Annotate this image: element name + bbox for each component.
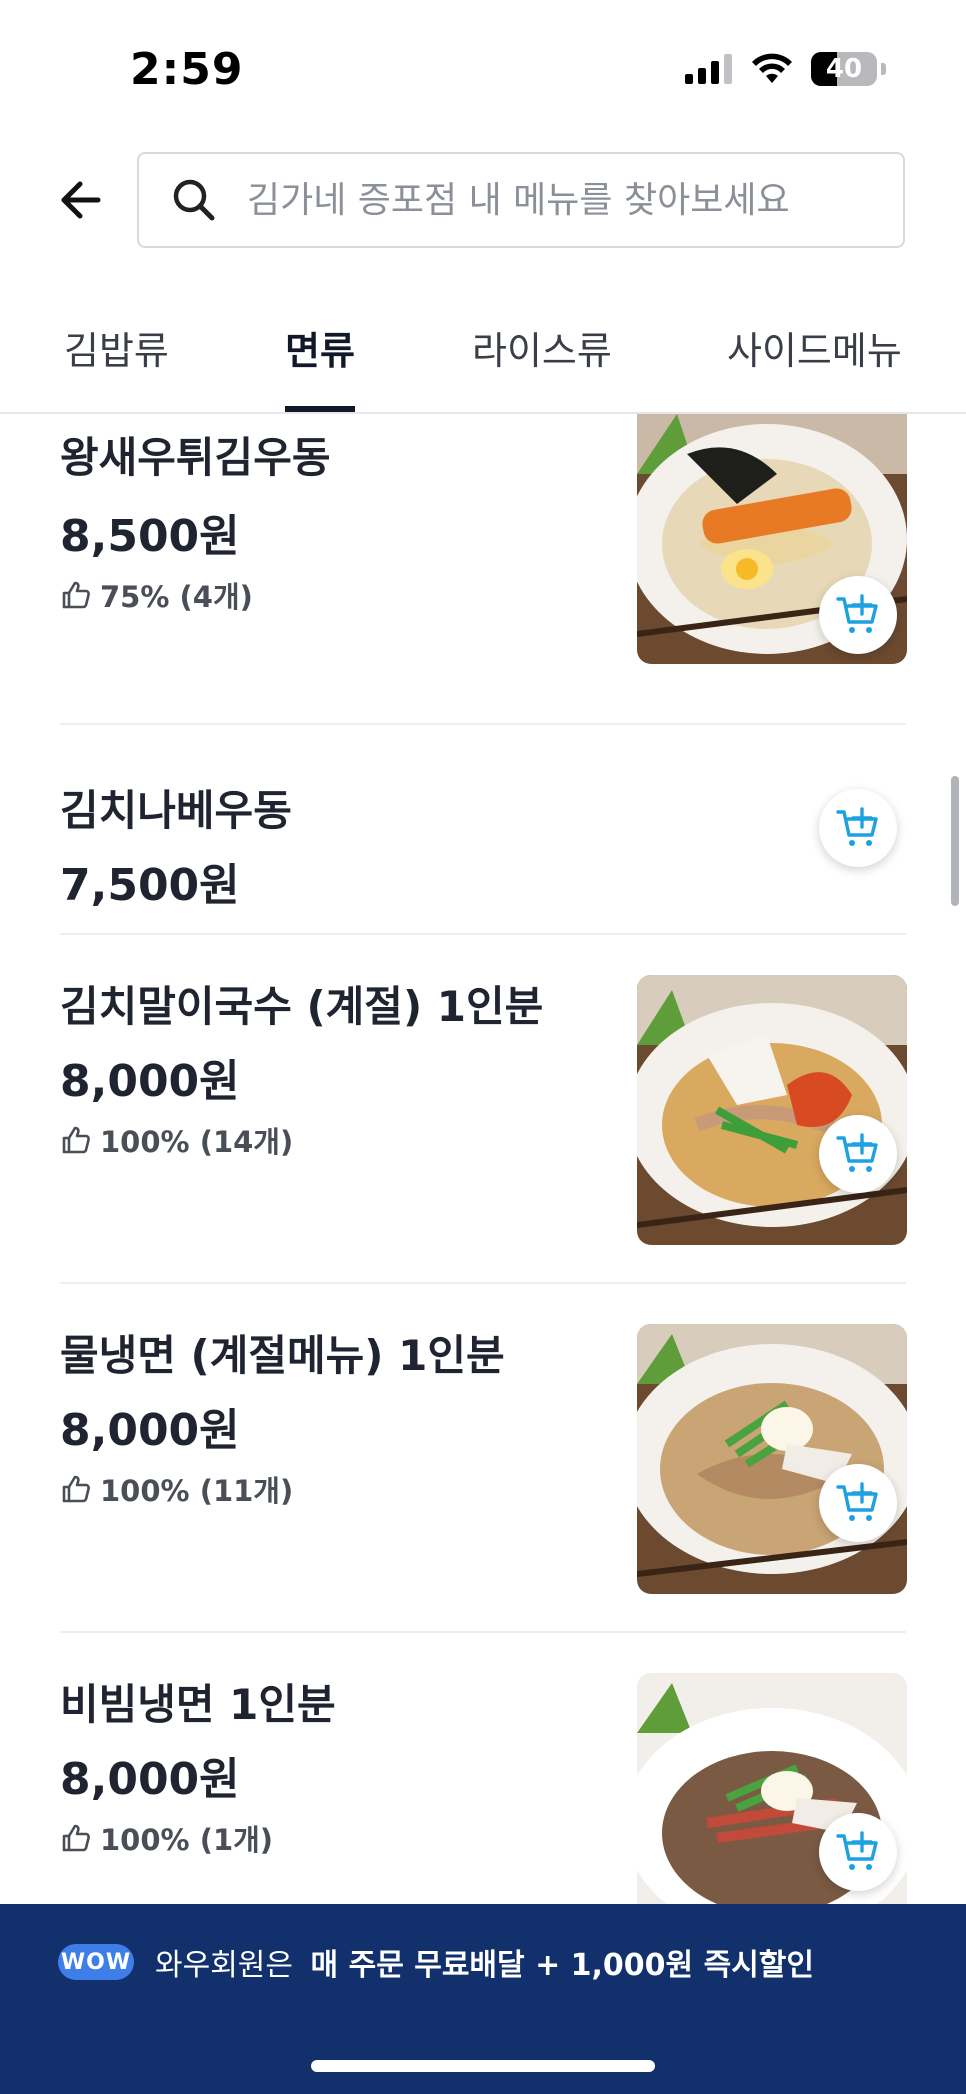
- menu-item-rating-text: 100% (1개): [100, 1823, 274, 1857]
- menu-item-name: 왕새우튀김우동: [60, 433, 331, 482]
- back-button[interactable]: [50, 170, 110, 230]
- menu-item[interactable]: 김치나베우동 7,500원: [0, 725, 966, 935]
- menu-item-name: 비빔냉면 1인분: [60, 1680, 336, 1729]
- add-to-cart-button[interactable]: [819, 1464, 897, 1542]
- menu-item-rating: 100% (1개): [60, 1817, 273, 1859]
- menu-item-rating: 100% (14개): [60, 1119, 293, 1161]
- category-tabs: 김밥류 면류 라이스류 사이드메뉴: [0, 300, 966, 414]
- menu-item-rating: 100% (11개): [60, 1468, 293, 1510]
- thumbs-up-icon: [62, 1126, 90, 1154]
- arrow-left-icon: [61, 181, 101, 219]
- menu-item[interactable]: 김치말이국수 (계절) 1인분 8,000원 100% (14개): [0, 935, 966, 1285]
- menu-item-rating-text: 75% (4개): [100, 580, 253, 614]
- cart-add-icon: [836, 1133, 878, 1172]
- menu-item-price: 8,000원: [60, 1754, 240, 1805]
- cart-add-icon: [836, 1831, 878, 1870]
- menu-item-rating-text: 100% (11개): [100, 1474, 294, 1508]
- thumbs-up-icon: [62, 581, 90, 609]
- menu-item-price: 8,000원: [60, 1056, 240, 1107]
- status-time: 2:59: [130, 44, 244, 95]
- tab-gimbap[interactable]: 김밥류: [64, 320, 169, 375]
- scrollbar[interactable]: [951, 776, 959, 906]
- cart-add-icon: [836, 1482, 878, 1521]
- battery-icon: 40: [811, 52, 877, 86]
- menu-item-rating-text: 100% (14개): [100, 1125, 294, 1159]
- cart-add-icon: [836, 807, 878, 846]
- status-bar: 2:59 40: [0, 0, 966, 140]
- status-icons: 40: [685, 52, 886, 86]
- menu-list: 왕새우튀김우동 8,500원 75% (4개) 김치나베우동 7,500원 김치…: [0, 414, 966, 1904]
- wow-badge: WOW: [58, 1944, 134, 1980]
- battery-cap: [881, 63, 886, 75]
- menu-item-name: 물냉면 (계절메뉴) 1인분: [60, 1331, 505, 1380]
- tab-rice[interactable]: 라이스류: [472, 320, 612, 375]
- wow-banner-text-prefix: 와우회원은: [155, 1948, 293, 1983]
- search-box[interactable]: [137, 152, 905, 248]
- add-to-cart-button[interactable]: [819, 789, 897, 867]
- thumbs-up-icon: [62, 1475, 90, 1503]
- thumbs-up-icon: [62, 1824, 90, 1852]
- home-indicator: [311, 2060, 655, 2072]
- menu-item-name: 김치말이국수 (계절) 1인분: [60, 982, 544, 1031]
- tab-side-menu[interactable]: 사이드메뉴: [727, 320, 902, 375]
- menu-item[interactable]: 물냉면 (계절메뉴) 1인분 8,000원 100% (11개): [0, 1284, 966, 1634]
- menu-item-price: 8,500원: [60, 511, 240, 562]
- tab-noodles[interactable]: 면류: [285, 320, 355, 375]
- menu-item[interactable]: 비빔냉면 1인분 8,000원 100% (1개): [0, 1633, 966, 1904]
- menu-item-photo[interactable]: [637, 1324, 907, 1594]
- wow-banner-text-bold: 매 주문 무료배달 + 1,000원 즉시할인: [310, 1948, 814, 1983]
- cellular-signal-icon: [685, 54, 732, 84]
- cart-add-icon: [836, 594, 878, 633]
- add-to-cart-button[interactable]: [819, 576, 897, 654]
- menu-item-rating: 75% (4개): [60, 574, 253, 616]
- menu-item-name: 김치나베우동: [60, 786, 292, 835]
- active-tab-indicator: [285, 406, 355, 412]
- menu-item-price: 7,500원: [60, 860, 240, 911]
- menu-item-photo[interactable]: [637, 975, 907, 1245]
- add-to-cart-button[interactable]: [819, 1115, 897, 1193]
- page: 2:59 40 김가네 증포점 내 메뉴를 찾아보세요 김밥류 면류 라이스류 …: [0, 0, 966, 2094]
- wifi-icon: [752, 53, 792, 83]
- battery-level: 40: [825, 54, 863, 84]
- wow-banner-text: 와우회원은 매 주문 무료배달 + 1,000원 즉시할인: [155, 1940, 814, 1984]
- search-input[interactable]: [245, 178, 849, 222]
- search-icon: [169, 175, 219, 225]
- add-to-cart-button[interactable]: [819, 1813, 897, 1891]
- menu-item-price: 8,000원: [60, 1405, 240, 1456]
- menu-item[interactable]: 왕새우튀김우동 8,500원 75% (4개): [0, 414, 966, 734]
